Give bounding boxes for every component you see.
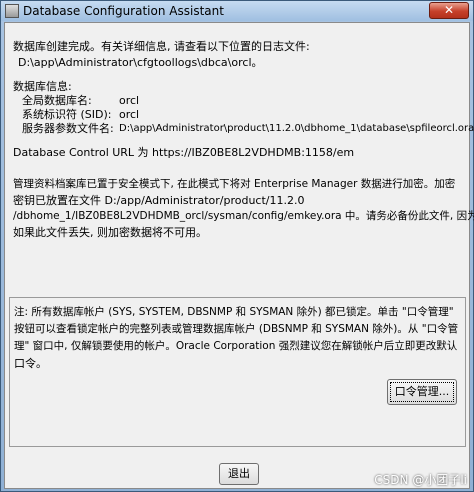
window-title: Database Configuration Assistant [23,4,224,18]
note-line-3: 理" 窗口中, 仅解锁要使用的帐户。Oracle Corporation 强烈建… [14,340,458,352]
dialog-content: 数据库创建完成。有关详细信息, 请查看以下位置的日志文件: D:\app\Adm… [4,22,474,489]
note-line-1: 注: 所有数据库帐户 (SYS, SYSTEM, DBSNMP 和 SYSMAN… [14,306,454,318]
global-db-name-value: orcl [119,94,140,107]
log-message: 数据库创建完成。有关详细信息, 请查看以下位置的日志文件: [13,40,310,53]
global-db-name-label: 全局数据库名: [22,94,92,107]
app-icon [5,4,19,18]
csdn-watermark: CSDN @小团子li [374,473,467,487]
repo-line-2: 密钥已放置在文件 D:/app/Administrator/product/11… [13,194,305,207]
sid-label: 系统标识符 (SID): [22,108,112,121]
control-url: Database Control URL 为 https://IBZ0BE8L2… [13,146,355,159]
note-line-4: 口令。 [14,357,47,370]
db-info-heading: 数据库信息: [13,80,72,93]
sid-value: orcl [119,108,140,121]
repo-line-1: 管理资料档案库已置于安全模式下, 在此模式下将对 Enterprise Mana… [13,178,456,190]
repo-line-3: /dbhome_1/IBZ0BE8L2VDHDMB_orcl/sysman/co… [13,210,474,222]
dbca-window: Database Configuration Assistant ✕ 数据库创建… [0,0,474,492]
log-path: D:\app\Administrator\cfgtoollogs\dbca\or… [18,56,263,69]
note-line-2: 按钮可以查看锁定帐户的完整列表或管理数据库帐户 (DBSNMP 和 SYSMAN… [14,323,459,335]
title-bar[interactable]: Database Configuration Assistant ✕ [1,1,473,21]
note-panel: 注: 所有数据库帐户 (SYS, SYSTEM, DBSNMP 和 SYSMAN… [9,297,466,447]
password-management-button[interactable]: 口令管理... [387,379,457,405]
exit-button[interactable]: 退出 [219,463,259,485]
spfile-label: 服务器参数文件名: [22,122,114,135]
repo-line-4: 如果此文件丢失, 则加密数据将不可用。 [13,226,207,239]
spfile-value: D:\app\Administrator\product\11.2.0\dbho… [119,123,474,134]
close-button[interactable]: ✕ [429,2,469,19]
